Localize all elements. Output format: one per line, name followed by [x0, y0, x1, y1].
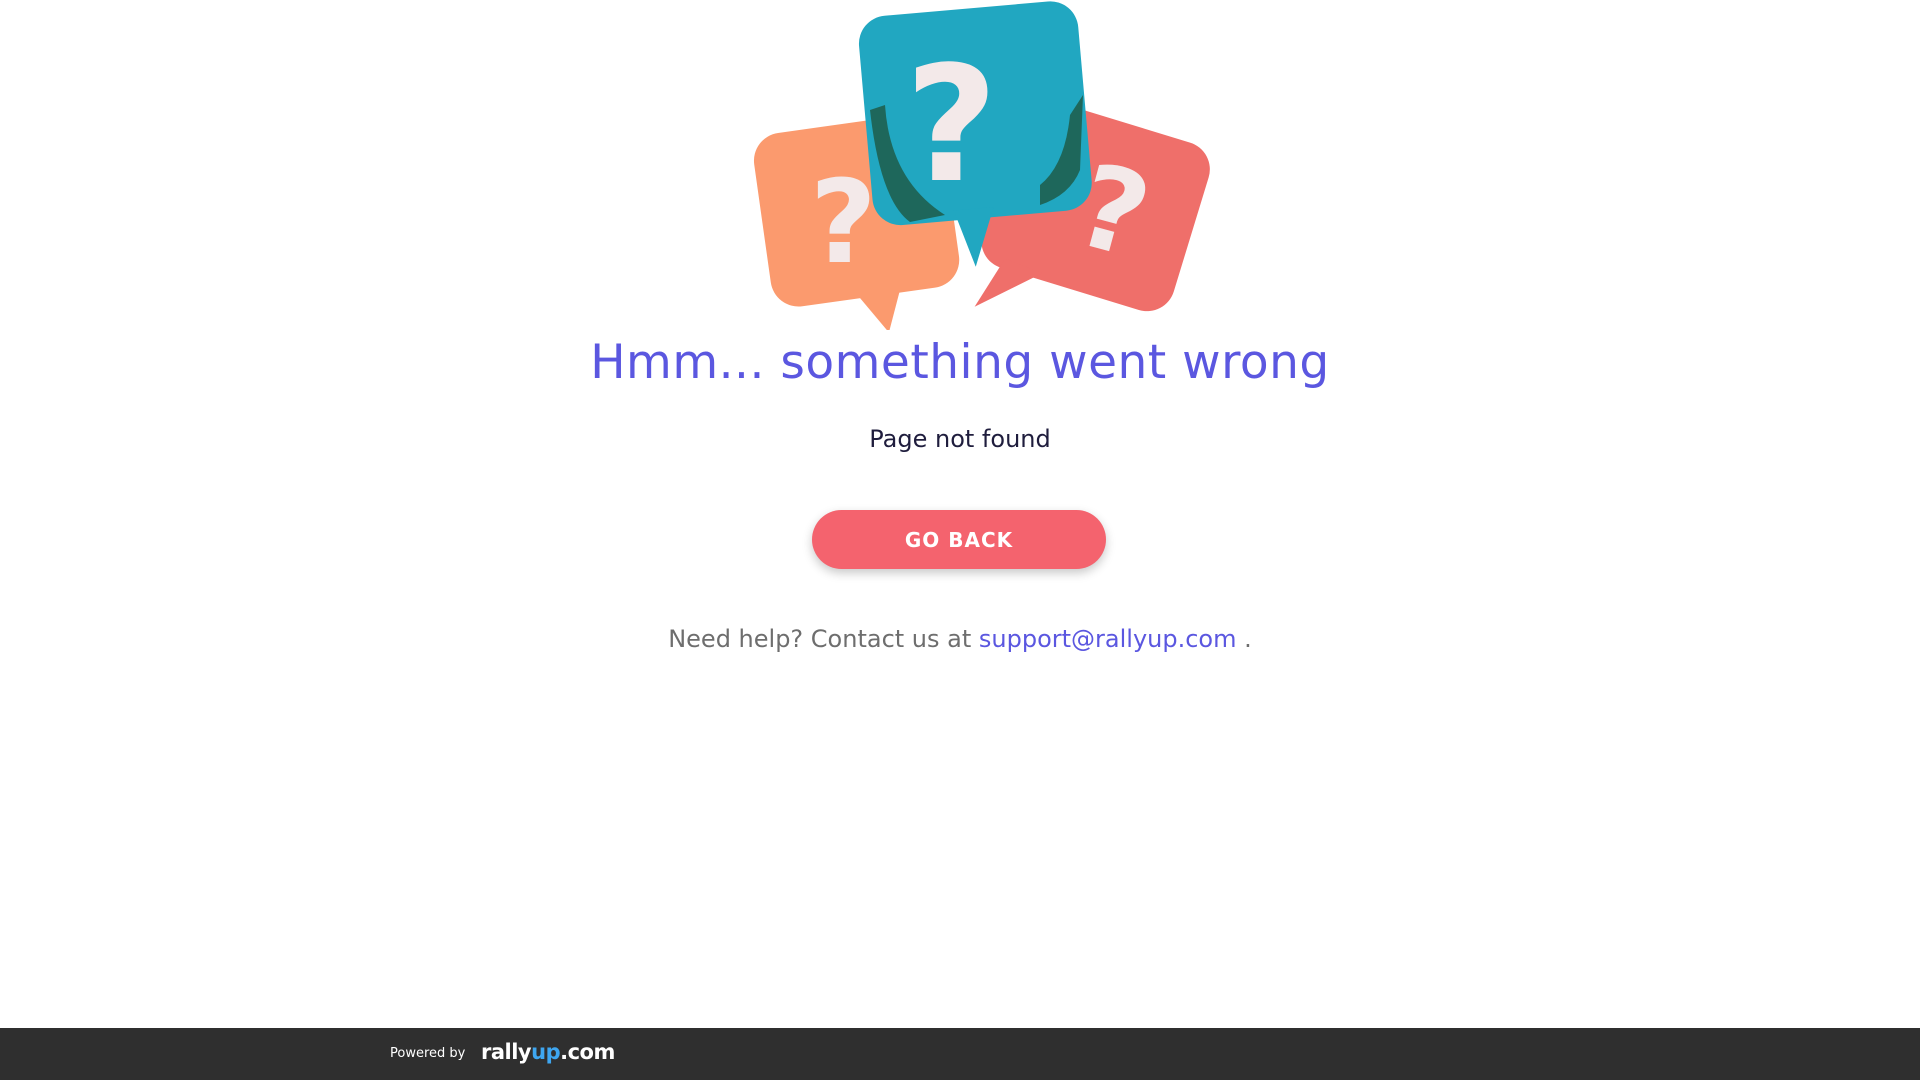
brand-com: .com — [560, 1040, 615, 1064]
footer: Powered by rallyup.com — [0, 1028, 1920, 1080]
help-suffix: . — [1244, 625, 1252, 653]
rallyup-logo[interactable]: rallyup.com — [481, 1040, 615, 1064]
error-subtitle: Page not found — [869, 425, 1051, 453]
error-title: Hmm... something went wrong — [590, 335, 1330, 390]
brand-up: up — [531, 1040, 561, 1064]
svg-text:?: ? — [810, 156, 877, 290]
help-prefix: Need help? Contact us at — [668, 625, 972, 653]
support-email-link[interactable]: support@rallyup.com — [979, 625, 1237, 653]
question-bubbles-icon: ? ? ? — [753, 1, 1210, 330]
brand-rally: rally — [481, 1040, 532, 1064]
powered-by-label: Powered by — [390, 1046, 466, 1061]
error-page: ? ? ? Hmm... something went wrong Page n… — [0, 0, 1920, 1080]
svg-text:?: ? — [905, 31, 998, 218]
go-back-button[interactable]: GO BACK — [812, 510, 1106, 569]
help-text: Need help? Contact us at support@rallyup… — [0, 625, 1920, 653]
